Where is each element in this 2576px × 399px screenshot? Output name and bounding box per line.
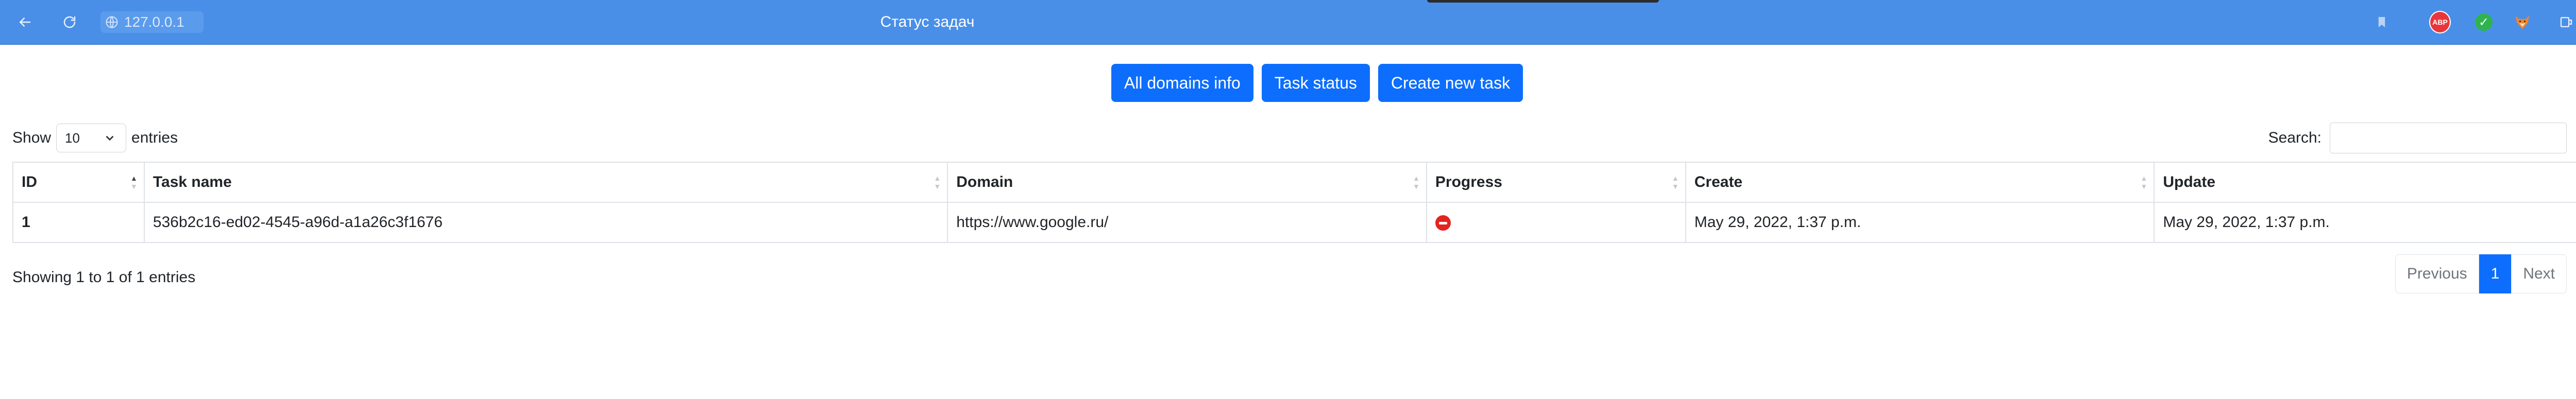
column-label: ID: [22, 174, 37, 190]
table-row: 1 536b2c16-ed02-4545-a96d-a1a26c3f1676 h…: [12, 202, 2576, 243]
extensions-puzzle-icon[interactable]: [2554, 10, 2576, 34]
next-page-button[interactable]: Next: [2511, 254, 2567, 293]
previous-page-button[interactable]: Previous: [2395, 254, 2479, 293]
checkmark-extension-icon[interactable]: ✓: [2473, 11, 2495, 33]
column-label: Domain: [956, 174, 1013, 190]
bookmark-icon[interactable]: [2370, 10, 2394, 34]
cell-id: 1: [12, 202, 145, 243]
task-status-button[interactable]: Task status: [1261, 64, 1370, 102]
chevron-down-icon: [106, 135, 114, 141]
sort-ascending-icon: ▲ ▼: [130, 174, 138, 190]
entries-length-control: Show 10 entries: [12, 124, 178, 152]
browser-toolbar: 127.0.0.1 Статус задач ABP ✓: [0, 0, 2576, 45]
nav-button-group: All domains info Task status Create new …: [0, 64, 2576, 102]
sort-icon: ▲ ▼: [1671, 174, 1679, 190]
adblock-label: ABP: [2429, 11, 2451, 33]
column-header-task-name[interactable]: Task name ▲ ▼: [143, 162, 948, 203]
column-header-create[interactable]: Create ▲ ▼: [1685, 162, 2155, 203]
entries-label: entries: [131, 129, 178, 146]
page-1-button[interactable]: 1: [2479, 254, 2512, 293]
column-label: Task name: [152, 174, 232, 190]
search-input[interactable]: [2330, 123, 2567, 153]
adblock-extension-icon[interactable]: ABP: [2429, 11, 2451, 33]
table-header-row: ID ▲ ▼ Task name ▲ ▼ Domain ▲ ▼ Progress ▲ ▼…: [12, 162, 2576, 203]
all-domains-info-button[interactable]: All domains info: [1111, 64, 1253, 102]
column-label: Create: [1694, 174, 1743, 190]
cell-update: May 29, 2022, 1:37 p.m.: [2154, 202, 2576, 243]
pagination: Previous 1 Next: [2395, 254, 2567, 293]
column-label: Progress: [1435, 174, 1502, 190]
table-info: Showing 1 to 1 of 1 entries: [12, 269, 196, 286]
entries-select-value: 10: [65, 130, 80, 146]
sort-icon: ▲ ▼: [1413, 174, 1420, 190]
cell-domain: https://www.google.ru/: [947, 202, 1427, 243]
tab-title: Статус задач: [880, 13, 975, 30]
search-label: Search:: [2268, 129, 2321, 146]
fox-extension-icon[interactable]: [2512, 11, 2533, 33]
sort-icon: ▲ ▼: [934, 174, 941, 190]
column-header-progress[interactable]: Progress ▲ ▼: [1426, 162, 1686, 203]
entries-select[interactable]: 10: [56, 124, 127, 152]
task-table: ID ▲ ▼ Task name ▲ ▼ Domain ▲ ▼ Progress ▲ ▼…: [12, 162, 2576, 243]
sort-icon: ▲ ▼: [2140, 174, 2148, 190]
cell-progress: [1426, 202, 1686, 243]
column-header-id[interactable]: ID ▲ ▼: [12, 162, 145, 203]
show-label: Show: [12, 129, 52, 146]
column-header-update[interactable]: Update ▲▼: [2154, 162, 2576, 203]
error-stop-icon: [1435, 215, 1451, 231]
column-header-domain[interactable]: Domain ▲ ▼: [947, 162, 1427, 203]
search-control: Search:: [2268, 123, 2567, 153]
create-new-task-button[interactable]: Create new task: [1378, 64, 1523, 102]
column-label: Update: [2163, 174, 2216, 190]
cell-create: May 29, 2022, 1:37 p.m.: [1685, 202, 2155, 243]
cell-task-name: 536b2c16-ed02-4545-a96d-a1a26c3f1676: [143, 202, 948, 243]
